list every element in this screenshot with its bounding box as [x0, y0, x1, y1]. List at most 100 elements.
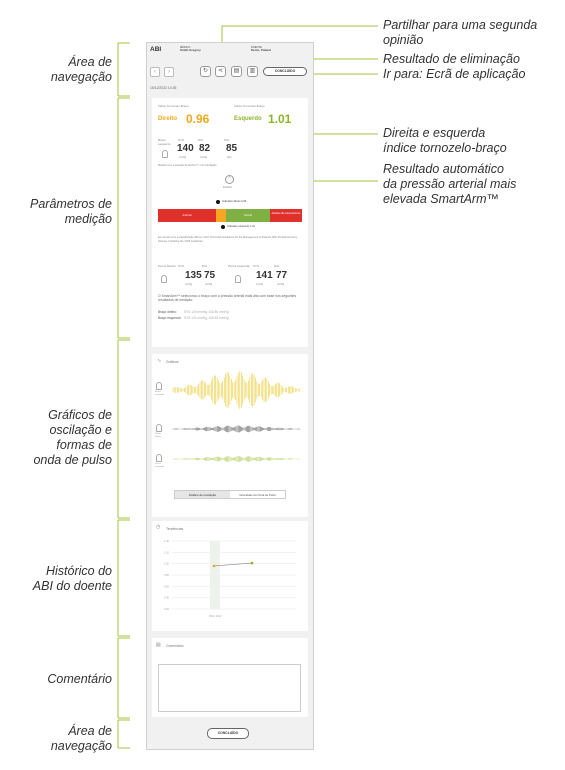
- measurement-date: 15/12/2022 14:35: [150, 86, 177, 90]
- patient-value: Demo, Patient: [251, 48, 272, 53]
- print-icon[interactable]: ▤: [231, 66, 242, 77]
- refresh-icon[interactable]: ↻: [200, 66, 211, 77]
- leg-left-dia-label: DIA: [274, 264, 280, 268]
- unit-bpm: bpm: [227, 156, 232, 159]
- abi-trend-chart: 1.40 1.20 1.00 0.80 0.60 0.40 0.20 15/12 2022: [164, 539, 296, 618]
- row3-label: Perna esquerda: [155, 463, 165, 468]
- leg-right-dia-value: 75: [204, 270, 216, 281]
- patient-field: DOENTE Demo, Patient: [251, 46, 271, 53]
- graphs-title: Gráficos: [166, 360, 179, 364]
- arm-label: Braço esquerdo: [158, 138, 171, 146]
- history-title: Tendências: [166, 527, 184, 531]
- label-abi-history: Histórico do ABI do doente: [32, 564, 112, 593]
- y-tick-label: 0.80: [164, 573, 170, 577]
- arm-sys-value: 140: [177, 143, 194, 154]
- leg-right-label: Perna Direita: [158, 264, 176, 268]
- bar-abnormal: Anormal: [158, 209, 216, 222]
- share-icon[interactable]: ⋖: [215, 66, 226, 77]
- arm-left-values: SYS 140 mmHg, DIA 82 mmHg: [184, 316, 229, 320]
- point-right[interactable]: [212, 564, 216, 568]
- arm-dia-value: 82: [199, 143, 211, 154]
- row1-icon: [156, 382, 162, 390]
- arm-right-values: SYS 125 mmHg, DIA 80 mmHg: [184, 310, 229, 314]
- marker-right-dot: [216, 200, 220, 204]
- right-word: Direito: [158, 116, 178, 122]
- leg-left-sys-label: SYS: [253, 264, 260, 268]
- pulse-label: PUL: [224, 138, 230, 142]
- label-comment: Comentário: [47, 672, 112, 686]
- abi-right-value: 0.96: [186, 112, 210, 126]
- waveform-icon: ∿: [157, 358, 162, 364]
- y-tick-label: 0.20: [164, 607, 170, 611]
- leg-right-icon: [161, 275, 167, 283]
- chevron-right-icon[interactable]: ›: [164, 67, 174, 77]
- unit-mmhg: mmHg: [256, 283, 264, 286]
- arm-right-line: Braço direito:: [158, 310, 177, 314]
- comment-title: Comentário: [166, 644, 184, 648]
- unit-mmhg: mmHg: [179, 156, 187, 159]
- oscillation-wave-left-leg: [172, 456, 301, 462]
- y-tick-label: 1.00: [164, 562, 170, 566]
- app-title: ABI: [150, 46, 162, 53]
- label-goto-app: Ir para: Ecrã de aplicação: [383, 67, 526, 81]
- comment-icon: ▤: [156, 642, 161, 648]
- row2-label: Perna direita: [155, 433, 161, 438]
- oscillation-wave-arm: [172, 371, 300, 409]
- arm-icon: [162, 150, 168, 158]
- physician-field: MÉDICO Smith Gregory: [180, 46, 201, 53]
- unit-mmhg: mmHg: [277, 283, 285, 286]
- label-measurement-params: Parâmetros de medição: [30, 197, 112, 226]
- smartarm-text: O SmartArm™ selecionou o braço com a pre…: [158, 294, 297, 303]
- y-tick-label: 0.60: [164, 584, 170, 588]
- point-left[interactable]: [250, 561, 254, 565]
- leg-left-label: Perna esquerda: [228, 264, 250, 268]
- left-word: Esquerdo: [234, 116, 262, 122]
- comment-card: ▤ Comentário: [152, 638, 308, 717]
- marker-right-label: Indicador direito 0.96: [222, 200, 247, 203]
- abi-left-value: 1.01: [268, 112, 292, 126]
- label-nav-area-top: Área de navegação: [50, 55, 112, 84]
- bar-noncompressible: Artérias não compressíveis: [270, 209, 302, 222]
- details-label: Detalhe: [223, 186, 232, 189]
- label-abi-index: Direita e esquerda índice tornozelo-braç…: [383, 126, 507, 155]
- y-tick-label: 0.40: [164, 596, 170, 600]
- leg-left-sys-value: 141: [256, 270, 273, 281]
- bar-normal: Normal: [226, 209, 270, 222]
- label-delete: Resultado de eliminação: [383, 52, 520, 66]
- comment-textarea[interactable]: [158, 664, 301, 712]
- physician-value: Smith Gregory: [180, 48, 201, 53]
- clock-icon: ◷: [156, 524, 161, 530]
- leg-right-sys-value: 135: [185, 270, 202, 281]
- label-share: Partilhar para uma segunda opinião: [383, 18, 538, 47]
- x-tick-label: 15/12 2022: [209, 614, 223, 618]
- leg-left-icon: [235, 275, 241, 283]
- chevron-up-icon[interactable]: ⌃: [225, 175, 234, 184]
- arm-left-line: Braço esquerdo:: [158, 316, 182, 320]
- label-auto-bp: Resultado automático da pressão arterial…: [383, 162, 517, 206]
- done-button-bottom[interactable]: CONCLUÍDO: [207, 728, 249, 739]
- abi-left-label: Índice Tornozelo-Braço: [234, 104, 265, 108]
- unit-mmhg: mmHg: [200, 156, 208, 159]
- auto-note: Medido com a seleção SmartArm™ com Fibri…: [158, 164, 217, 167]
- row1-label: Braço esquerdo: [155, 391, 165, 396]
- tab-pulse-wave[interactable]: Velocidade da Onda de Pulso: [230, 491, 285, 498]
- bar-noncompressible-label: Artérias não compressíveis: [271, 212, 301, 215]
- y-tick-label: 1.40: [164, 539, 170, 543]
- abi-screen: ABI MÉDICO Smith Gregory DOENTE Demo, Pa…: [146, 42, 314, 750]
- row3-icon: [156, 454, 162, 462]
- chevron-left-icon[interactable]: ‹: [150, 67, 160, 77]
- sys-label: SYS: [178, 138, 185, 142]
- dia-label: DIA: [198, 138, 204, 142]
- row2-icon: [156, 424, 162, 432]
- tab-oscillation[interactable]: Gráfico de oscilação: [175, 491, 230, 498]
- leg-left-dia-value: 77: [276, 270, 288, 281]
- marker-left-dot: [221, 225, 225, 229]
- leg-right-sys-label: SYS: [178, 264, 185, 268]
- trash-icon[interactable]: ▥: [247, 66, 258, 77]
- oscillation-wave-right-leg: [172, 425, 301, 433]
- unit-mmhg: mmHg: [205, 283, 213, 286]
- history-card: ◷ Tendências 1.40 1.20 1.00 0.80 0.60 0.40 0.2…: [152, 521, 308, 631]
- label-graphs: Gráficos de oscilação e formas de onda d…: [33, 408, 112, 467]
- graphs-card: ∿ Gráficos Braço esquerdo Perna direita …: [152, 354, 308, 517]
- done-button-top[interactable]: CONCLUÍDO: [263, 67, 307, 76]
